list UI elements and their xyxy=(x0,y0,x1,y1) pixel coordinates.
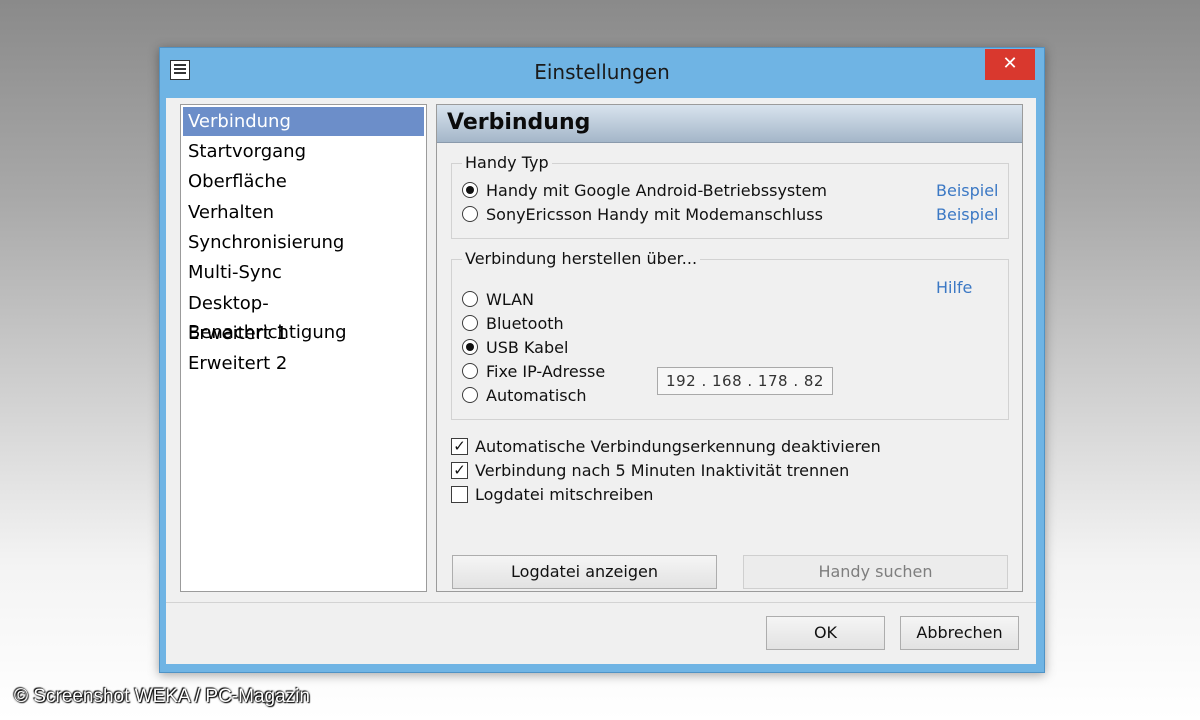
nav-item-verhalten[interactable]: Verhalten xyxy=(183,198,424,227)
radio-label: WLAN xyxy=(486,290,535,309)
radio-label: Fixe IP-Adresse xyxy=(486,362,606,381)
nav-item-synchronisierung[interactable]: Synchronisierung xyxy=(183,228,424,257)
radio-label: USB Kabel xyxy=(486,338,569,357)
settings-panel: Verbindung Handy Typ Handy mit Google An… xyxy=(436,104,1023,592)
verbindung-ueber-label: Verbindung herstellen über... xyxy=(462,249,701,268)
window-title: Einstellungen xyxy=(534,60,670,84)
radio-label: Handy mit Google Android-Betriebssystem xyxy=(486,181,827,200)
radio-bluetooth[interactable]: Bluetooth xyxy=(462,314,662,336)
handy-typ-group: Handy Typ Handy mit Google Android-Betri… xyxy=(451,153,1009,239)
handy-suchen-button[interactable]: Handy suchen xyxy=(743,555,1008,589)
title-bar[interactable]: Einstellungen ✕ xyxy=(160,48,1044,98)
logdatei-anzeigen-button[interactable]: Logdatei anzeigen xyxy=(452,555,717,589)
dialog-client-area: Verbindung Startvorgang Oberfläche Verha… xyxy=(166,98,1036,664)
radio-label: Bluetooth xyxy=(486,314,564,333)
checkbox-inaktivitaet-trennen[interactable]: ✓ Verbindung nach 5 Minuten Inaktivität … xyxy=(451,461,871,483)
nav-item-erweitert-2[interactable]: Erweitert 2 xyxy=(183,349,424,378)
checkbox-label: Automatische Verbindungserkennung deakti… xyxy=(475,437,881,456)
radio-automatisch[interactable]: Automatisch xyxy=(462,386,662,408)
radio-label: SonyEricsson Handy mit Modemanschluss xyxy=(486,205,823,224)
ip-address-field[interactable]: 192 . 168 . 178 . 82 xyxy=(657,367,833,395)
radio-android[interactable]: Handy mit Google Android-Betriebssystem xyxy=(462,181,862,203)
footer-divider xyxy=(166,602,1036,603)
handy-typ-label: Handy Typ xyxy=(462,153,552,172)
settings-nav-list[interactable]: Verbindung Startvorgang Oberfläche Verha… xyxy=(180,104,427,592)
copyright-watermark: © Screenshot WEKA / PC-Magazin xyxy=(14,686,310,707)
checkbox-label: Verbindung nach 5 Minuten Inaktivität tr… xyxy=(475,461,850,480)
nav-item-verbindung[interactable]: Verbindung xyxy=(183,107,424,136)
checkbox[interactable]: ✓ xyxy=(451,462,468,479)
beispiel-link-sonyericsson[interactable]: Beispiel xyxy=(936,205,999,224)
checkbox-label: Logdatei mitschreiben xyxy=(475,485,654,504)
checkbox[interactable]: ✓ xyxy=(451,438,468,455)
beispiel-link-android[interactable]: Beispiel xyxy=(936,181,999,200)
radio-button[interactable] xyxy=(462,182,478,198)
verbindung-ueber-group: Verbindung herstellen über... Hilfe WLAN… xyxy=(451,249,1009,420)
radio-usb-kabel[interactable]: USB Kabel xyxy=(462,338,662,360)
radio-label: Automatisch xyxy=(486,386,587,405)
checkbox-logdatei[interactable]: Logdatei mitschreiben xyxy=(451,485,671,507)
radio-button[interactable] xyxy=(462,339,478,355)
abbrechen-button[interactable]: Abbrechen xyxy=(900,616,1019,650)
checkbox-auto-erkennung[interactable]: ✓ Automatische Verbindungserkennung deak… xyxy=(451,437,891,459)
radio-button[interactable] xyxy=(462,206,478,222)
radio-button[interactable] xyxy=(462,363,478,379)
close-button[interactable]: ✕ xyxy=(985,49,1035,80)
nav-item-erweitert-1[interactable]: Erweitert 1 xyxy=(183,319,424,348)
close-icon: ✕ xyxy=(1002,53,1018,74)
radio-button[interactable] xyxy=(462,387,478,403)
nav-item-multi-sync[interactable]: Multi-Sync xyxy=(183,258,424,287)
radio-fixe-ip[interactable]: Fixe IP-Adresse xyxy=(462,362,642,384)
panel-title: Verbindung xyxy=(447,110,591,135)
nav-item-oberflaeche[interactable]: Oberfläche xyxy=(183,167,424,196)
settings-window: Einstellungen ✕ Verbindung Startvorgang … xyxy=(159,47,1045,673)
panel-header: Verbindung xyxy=(437,105,1022,143)
ok-button[interactable]: OK xyxy=(766,616,885,650)
radio-sonyericsson[interactable]: SonyEricsson Handy mit Modemanschluss xyxy=(462,205,862,227)
radio-button[interactable] xyxy=(462,315,478,331)
nav-item-startvorgang[interactable]: Startvorgang xyxy=(183,137,424,166)
radio-wlan[interactable]: WLAN xyxy=(462,290,662,312)
radio-button[interactable] xyxy=(462,291,478,307)
hilfe-link[interactable]: Hilfe xyxy=(936,278,972,297)
nav-item-desktop-benachrichtigung[interactable]: Desktop-Benachrichtigung xyxy=(183,289,424,343)
checkbox[interactable] xyxy=(451,486,468,503)
